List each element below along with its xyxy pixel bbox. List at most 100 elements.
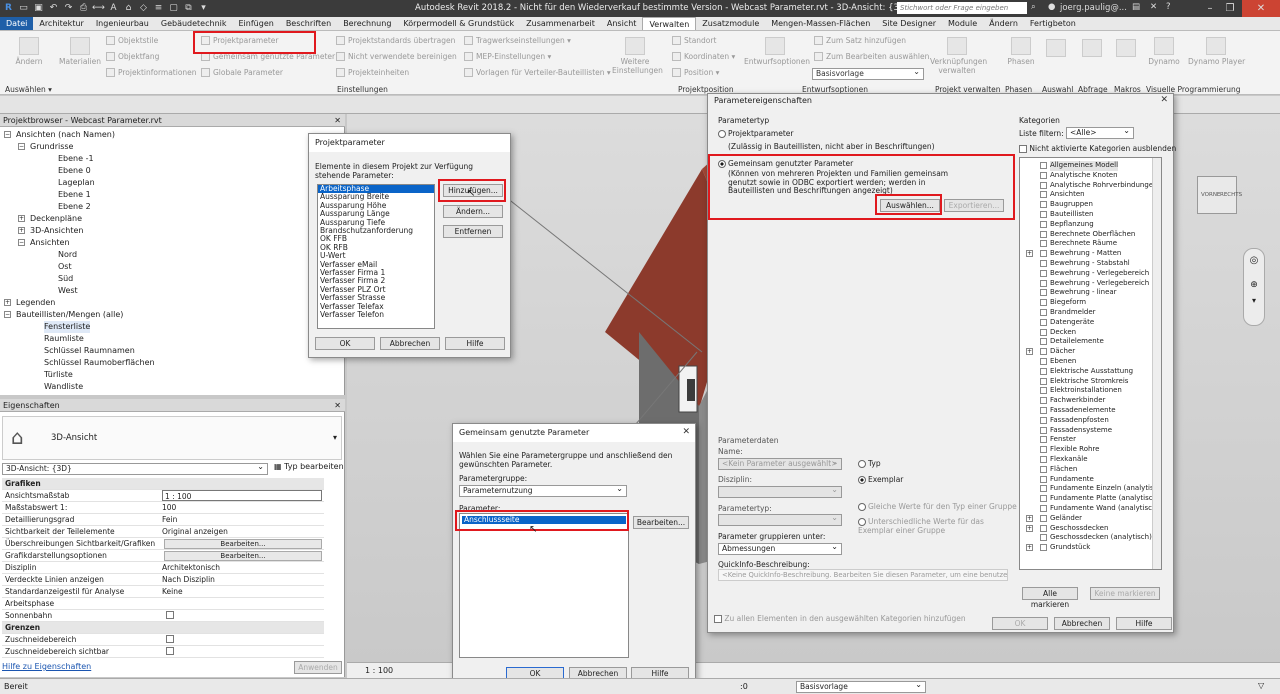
close-icon[interactable]: ✕ — [1242, 0, 1280, 17]
category-item[interactable]: Elektrische Ausstattung — [1050, 367, 1133, 377]
exemplar-radio[interactable]: Exemplar — [858, 475, 903, 484]
browser-item[interactable]: Süd — [58, 273, 73, 285]
expand-icon[interactable]: + — [18, 227, 25, 234]
category-item[interactable]: Geschossdecken (analytisch) — [1050, 533, 1152, 543]
property-row[interactable]: Arbeitsphase — [2, 598, 324, 610]
macros-button[interactable] — [1112, 39, 1140, 59]
checkbox-icon[interactable] — [1040, 348, 1047, 356]
category-item[interactable]: Bepflanzung — [1050, 220, 1094, 230]
object-styles-button[interactable]: Objektstile — [106, 36, 158, 45]
unterschiedliche-werte-radio[interactable]: Unterschiedliche Werte für das Exemplar … — [858, 517, 998, 535]
location-button[interactable]: Standort — [672, 36, 716, 45]
tab-ändern[interactable]: Ändern — [983, 17, 1024, 30]
browser-item[interactable]: West — [58, 285, 78, 297]
properties-help-link[interactable]: Hilfe zu Eigenschaften — [2, 662, 91, 671]
property-row[interactable]: Grafikdarstellungsoptionen Bearbeiten... — [2, 550, 324, 562]
checkbox-icon[interactable] — [1040, 485, 1047, 493]
category-item[interactable]: Bewehrung - linear — [1050, 288, 1117, 298]
browser-item[interactable]: Legenden — [16, 297, 55, 309]
list-item[interactable]: Anschlussseite — [462, 515, 626, 525]
category-item[interactable]: Flexkanäle — [1050, 455, 1088, 465]
instance-selector[interactable]: 3D-Ansicht: {3D} — [2, 462, 268, 475]
print-icon[interactable]: ⎙ — [77, 1, 90, 15]
browser-item[interactable]: Türliste — [44, 369, 73, 381]
browser-item[interactable]: Schlüssel Raumoberflächen — [44, 357, 155, 369]
property-row[interactable]: Maßstabswert 1: 100 — [2, 502, 324, 514]
expand-icon[interactable]: + — [4, 299, 11, 306]
property-value[interactable]: Fein — [162, 514, 177, 525]
category-item[interactable]: Datengeräte — [1050, 318, 1094, 328]
edit-button[interactable]: Bearbeiten... — [633, 516, 689, 529]
measure-icon[interactable]: ⟷ — [92, 1, 105, 15]
tab-körpermodell-grundstück[interactable]: Körpermodell & Grundstück — [397, 17, 520, 30]
checkbox-icon[interactable] — [1040, 309, 1047, 316]
ok-button[interactable]: OK — [315, 337, 375, 350]
expand-icon[interactable]: + — [18, 215, 25, 222]
tab-mengen-massen-flächen[interactable]: Mengen-Massen-Flächen — [765, 17, 876, 30]
category-item[interactable]: Elektrische Stromkreis — [1050, 377, 1128, 387]
category-item[interactable]: Bewehrung - Verlegebereich Flä... — [1050, 269, 1161, 279]
tab-zusatzmodule[interactable]: Zusatzmodule — [696, 17, 765, 30]
pick-to-edit-button[interactable]: Zum Bearbeiten auswählen — [814, 52, 929, 61]
viewcube[interactable]: VORNE RECHTS — [1197, 176, 1242, 214]
collapse-icon[interactable]: − — [4, 311, 11, 318]
navigation-bar[interactable]: ◎ ⊕ ▾ — [1243, 248, 1265, 326]
additional-settings-button[interactable]: Weitere Einstellungen — [612, 37, 663, 75]
browser-item[interactable]: Schlüssel Raumnamen — [44, 345, 135, 357]
checkbox-icon[interactable] — [166, 647, 174, 655]
category-item[interactable]: Baugruppen — [1050, 200, 1093, 210]
property-group[interactable]: Grafiken — [2, 478, 324, 490]
parameter-group-select[interactable]: Parameternutzung — [459, 484, 627, 497]
edit-type-button[interactable]: ▦ Typ bearbeiten — [274, 462, 344, 471]
category-item[interactable]: Ansichten — [1050, 190, 1085, 200]
category-item[interactable]: Berechnete Räume — [1050, 239, 1117, 249]
checkbox-icon[interactable] — [166, 611, 174, 619]
browser-item[interactable]: 3D-Ansichten — [30, 225, 84, 237]
browser-item[interactable]: Grundrisse — [30, 141, 73, 153]
checkbox-icon[interactable] — [1040, 328, 1047, 336]
property-row[interactable]: Sonnenbahn — [2, 610, 324, 622]
expand-icon[interactable]: + — [1026, 514, 1033, 522]
binoculars-icon[interactable]: ⌕ — [1031, 2, 1036, 12]
switch-window-icon[interactable]: ⧉ — [182, 1, 195, 15]
text-icon[interactable]: A — [107, 1, 120, 15]
modify-button[interactable]: Ändern — [12, 37, 46, 66]
design-options-button[interactable]: Entwurfsoptionen — [744, 37, 810, 66]
checkbox-icon[interactable] — [1040, 397, 1047, 405]
category-item[interactable]: Geschossdecken — [1050, 524, 1108, 534]
panel-schedule-templates-button[interactable]: Vorlagen für Verteiler-Bauteillisten ▾ — [464, 68, 611, 77]
checkbox-icon[interactable] — [166, 635, 174, 643]
structural-settings-button[interactable]: Tragwerkseinstellungen ▾ — [464, 36, 571, 45]
category-item[interactable]: Fassadenelemente — [1050, 406, 1116, 416]
category-item[interactable]: Dächer — [1050, 347, 1075, 357]
checkbox-icon[interactable] — [1040, 407, 1047, 414]
checkbox-icon[interactable] — [1040, 514, 1047, 522]
category-item[interactable]: Grundstück — [1050, 543, 1090, 553]
maximize-icon[interactable]: ❐ — [1220, 0, 1240, 17]
3d-icon[interactable]: ⌂ — [122, 1, 135, 15]
inquiry-button[interactable] — [1078, 39, 1106, 59]
add-to-set-button[interactable]: Zum Satz hinzufügen — [814, 36, 906, 45]
browser-item[interactable]: Ansichten — [30, 237, 70, 249]
gleiche-werte-radio[interactable]: Gleiche Werte für den Typ einer Gruppe — [858, 502, 1017, 511]
category-item[interactable]: Fundamente Platte (analytisch) — [1050, 494, 1160, 504]
tab-berechnung[interactable]: Berechnung — [337, 17, 397, 30]
shared-parameter-list[interactable]: Anschlussseite — [459, 513, 629, 658]
parameter-list[interactable]: Arbeitsphase Aussparung Breite Aussparung … — [317, 184, 435, 329]
category-item[interactable]: Flexible Rohre — [1050, 445, 1099, 455]
help-button[interactable]: Hilfe — [1116, 617, 1172, 630]
dynamo-button[interactable]: Dynamo — [1146, 37, 1182, 66]
select-dropdown[interactable]: Auswählen ▾ — [5, 85, 52, 94]
project-units-button[interactable]: Projekteinheiten — [336, 68, 409, 77]
filter-select[interactable]: <Alle> — [1066, 126, 1134, 139]
help-button[interactable]: Hilfe — [445, 337, 505, 350]
checkbox-icon[interactable] — [1040, 289, 1047, 297]
tab-zusammenarbeit[interactable]: Zusammenarbeit — [520, 17, 601, 30]
gemeinsam-radio[interactable]: Gemeinsam genutzter Parameter — [718, 159, 853, 168]
checkbox-icon[interactable] — [1040, 416, 1047, 424]
checkbox-icon[interactable] — [1040, 191, 1047, 199]
browser-item[interactable]: Bauteillisten/Mengen (alle) — [16, 309, 123, 321]
category-item[interactable]: Ebenen — [1050, 357, 1076, 367]
revit-logo-icon[interactable]: R — [2, 1, 15, 15]
cancel-button[interactable]: Abbrechen — [380, 337, 440, 350]
